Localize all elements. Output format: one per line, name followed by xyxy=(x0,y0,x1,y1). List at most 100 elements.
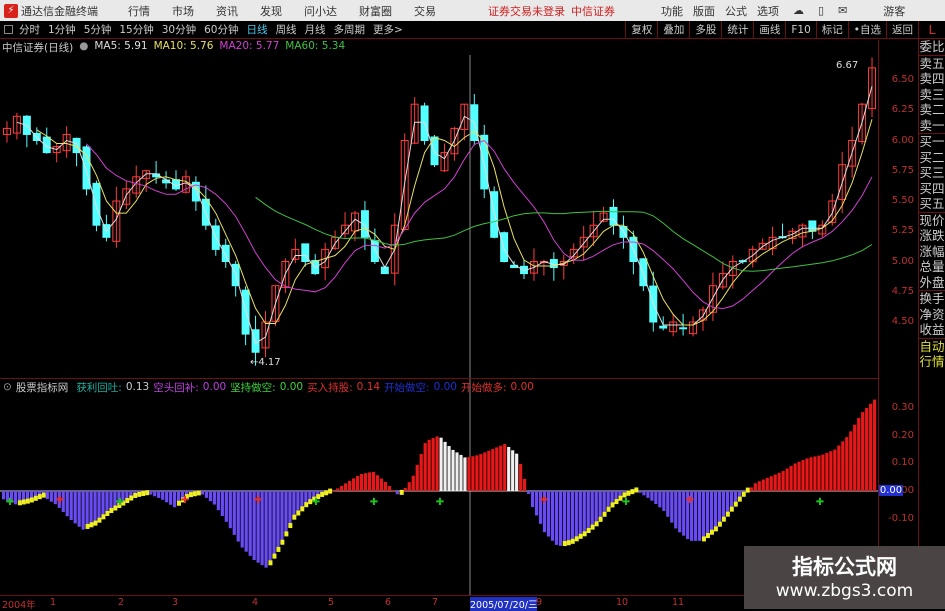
user-label[interactable]: 游客 xyxy=(883,3,905,19)
indicator-bar xyxy=(579,491,582,538)
indicator-bar-edge xyxy=(30,497,34,502)
indicator-bar xyxy=(642,491,645,495)
indicator-bar xyxy=(873,400,876,491)
indicator-bar xyxy=(869,404,872,491)
indicator-bar-edge xyxy=(722,517,726,522)
signal-marker-icon: ✚ xyxy=(116,497,124,508)
indicator-bar xyxy=(412,476,415,491)
side-item[interactable]: 涨幅 xyxy=(919,244,945,260)
side-item[interactable]: 卖五 xyxy=(919,55,945,72)
kline-chart[interactable]: 6.67←4.17✚✚✚✚✚✚✚✚✚✚✚✚ xyxy=(0,0,878,595)
indicator-bar xyxy=(821,455,824,491)
indicator-bar-edge xyxy=(268,560,272,565)
indicator-bar xyxy=(575,491,578,540)
indicator-bar xyxy=(706,491,709,537)
indicator-bar-edge xyxy=(579,534,583,539)
indicator-bar xyxy=(221,491,224,516)
indicator-tick-label: 0.30 xyxy=(892,402,914,413)
indicator-bar xyxy=(467,457,470,491)
indicator-bar xyxy=(499,446,502,491)
indicator-bar xyxy=(237,491,240,542)
indicator-bar-edge xyxy=(26,499,30,504)
indicator-bar xyxy=(284,491,287,535)
indicator-bar-edge xyxy=(296,511,300,516)
side-item[interactable]: 买四 xyxy=(919,181,945,197)
side-item[interactable]: 买一 xyxy=(919,133,945,150)
side-item[interactable]: 行情 xyxy=(919,354,945,370)
indicator-bar-edge xyxy=(90,522,94,527)
candle-body xyxy=(680,328,687,329)
indicator-bar xyxy=(420,454,423,491)
indicator-bar-edge xyxy=(563,541,567,546)
indicator-bar xyxy=(440,438,443,491)
indicator-bar xyxy=(14,491,17,504)
indicator-bar xyxy=(837,445,840,491)
side-item[interactable]: 现价 xyxy=(919,212,945,229)
indicator-bar xyxy=(817,456,820,491)
indicator-bar xyxy=(205,491,208,498)
indicator-bar xyxy=(722,491,725,521)
date-label: 2 xyxy=(118,597,124,608)
side-item[interactable]: 净资 xyxy=(919,307,945,323)
indicator-bar-edge xyxy=(710,530,714,535)
indicator-name[interactable]: 股票指标网 xyxy=(16,380,69,395)
indicator-bar-edge xyxy=(603,512,607,517)
side-item[interactable]: 外盘 xyxy=(919,275,945,291)
side-item[interactable]: 买五 xyxy=(919,196,945,212)
indicator-bar xyxy=(157,491,160,498)
indicator-bar xyxy=(233,491,236,535)
indicator-current-value: 0.00 xyxy=(879,485,903,496)
side-item[interactable]: 涨跌 xyxy=(919,228,945,244)
side-item[interactable]: 换手 xyxy=(919,290,945,307)
side-item[interactable]: 收益 xyxy=(919,322,945,338)
indicator-bar-edge xyxy=(587,528,591,533)
indicator-bar-edge xyxy=(742,492,746,497)
ind-label-2: 坚持做空: xyxy=(230,380,276,395)
signal-marker-icon: ✚ xyxy=(436,497,444,508)
indicator-bar xyxy=(97,491,100,522)
indicator-bar xyxy=(778,473,781,491)
indicator-bar-edge xyxy=(105,511,109,516)
indicator-settings-icon[interactable]: ⊙ xyxy=(3,381,12,393)
indicator-bar-edge xyxy=(714,526,718,531)
indicator-bar xyxy=(567,491,570,544)
indicator-bar-edge xyxy=(34,496,38,501)
quote-side-panel: L 委比卖五卖四卖三卖二卖一买一买二买三买四买五现价涨跌涨幅总量外盘换手净资收益… xyxy=(918,21,945,595)
signal-marker-icon: ✚ xyxy=(370,497,378,508)
indicator-bar xyxy=(209,491,212,501)
indicator-bar xyxy=(646,491,649,498)
indicator-bar xyxy=(491,449,494,491)
indicator-bar-edge xyxy=(284,531,288,536)
side-item[interactable]: 卖三 xyxy=(919,87,945,103)
side-item[interactable]: 自动 xyxy=(919,338,945,355)
indicator-bar-edge xyxy=(746,488,750,493)
indicator-bar xyxy=(786,469,789,491)
indicator-bar xyxy=(340,486,343,491)
indicator-bar xyxy=(638,491,641,493)
side-item[interactable]: 总量 xyxy=(919,259,945,275)
indicator-bar-edge xyxy=(571,539,575,544)
indicator-bar xyxy=(670,491,673,523)
indicator-bar-edge xyxy=(304,502,308,507)
side-item[interactable]: 卖一 xyxy=(919,118,945,134)
indicator-bar-edge xyxy=(595,521,599,526)
indicator-bar xyxy=(245,491,248,552)
side-item[interactable]: 委比 xyxy=(919,39,945,55)
indicator-bar xyxy=(173,491,176,507)
indicator-bar-edge xyxy=(575,536,579,541)
signal-marker-icon: ✚ xyxy=(6,497,14,508)
back-button[interactable]: 返回 xyxy=(886,21,918,39)
indicator-bar xyxy=(384,482,387,491)
indicator-bar-edge xyxy=(86,524,90,529)
side-item[interactable]: 买二 xyxy=(919,150,945,166)
indicator-bar xyxy=(348,481,351,491)
indicator-bar xyxy=(352,478,355,491)
side-item[interactable]: 卖二 xyxy=(919,102,945,118)
ind-label-1: 空头回补: xyxy=(153,380,199,395)
indicator-bar-edge xyxy=(125,498,129,503)
side-item[interactable]: 买三 xyxy=(919,165,945,181)
indicator-bar xyxy=(50,491,53,502)
indicator-bar xyxy=(392,490,395,491)
side-item[interactable]: 卖四 xyxy=(919,71,945,87)
watermark-title: 指标公式网 xyxy=(744,551,945,581)
